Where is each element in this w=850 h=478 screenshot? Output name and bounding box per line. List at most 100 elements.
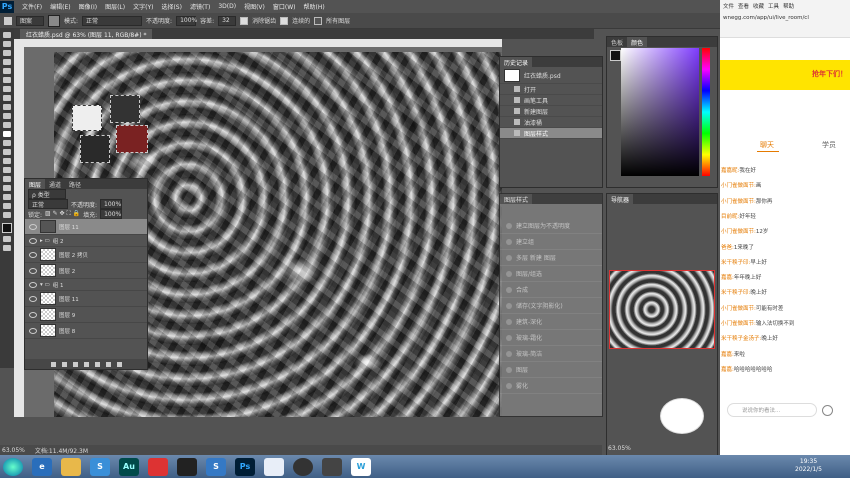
action-item[interactable]: 玻璃-简洁 (500, 346, 602, 362)
qq-icon[interactable] (177, 457, 197, 476)
action-item[interactable]: 多层 新建 图层 (500, 250, 602, 266)
menu-view[interactable]: 视图(V) (240, 2, 269, 11)
tab-history[interactable]: 历史记录 (500, 57, 533, 67)
quick-mask-icon[interactable] (3, 236, 11, 242)
color-picker-field[interactable] (621, 48, 699, 176)
link-layers-icon[interactable] (50, 361, 56, 367)
tab-students[interactable]: 学员 (822, 140, 836, 150)
layer-row[interactable]: 图层 2 (25, 263, 147, 279)
layer-row[interactable]: 图层 11 (25, 219, 147, 235)
eye-icon[interactable] (29, 327, 37, 334)
lasso-tool-icon[interactable] (3, 50, 11, 56)
dodge-tool-icon[interactable] (3, 149, 11, 155)
navigator-preview[interactable] (609, 270, 715, 349)
sogou-icon[interactable]: S (90, 457, 110, 476)
eyedropper-tool-icon[interactable] (3, 77, 11, 83)
new-group-icon[interactable] (94, 361, 100, 367)
screen-mode-icon[interactable] (3, 245, 11, 251)
eye-icon[interactable] (29, 223, 37, 230)
action-item[interactable]: 储存(文字阴影化) (500, 298, 602, 314)
adjustment-layer-icon[interactable] (83, 361, 89, 367)
menu-type[interactable]: 文字(Y) (129, 2, 157, 11)
menu-edit[interactable]: 编辑(E) (46, 2, 74, 11)
chat-username[interactable]: 目前昵: (721, 214, 739, 220)
chat-username[interactable]: 嘉嘉昵: (721, 168, 739, 174)
menu-filter[interactable]: 滤镜(T) (186, 2, 214, 11)
chat-username[interactable]: 米干秧子印: (721, 290, 750, 296)
history-brush-tool-icon[interactable] (3, 113, 11, 119)
hue-slider[interactable] (702, 48, 710, 176)
tab-actions[interactable]: 图层样式 (500, 194, 533, 204)
tab-navigator[interactable]: 导航器 (607, 194, 634, 204)
move-tool-icon[interactable] (3, 32, 11, 38)
tab-layers[interactable]: 图层 (25, 179, 46, 189)
layer-group-row[interactable]: ▾ ▭ 组 1 (25, 279, 147, 291)
new-layer-icon[interactable] (105, 361, 111, 367)
healing-tool-icon[interactable] (3, 86, 11, 92)
layer-row[interactable]: 图层 2 拷贝 (25, 247, 147, 263)
eye-icon[interactable] (29, 237, 37, 244)
antialias-checkbox[interactable] (240, 16, 249, 25)
foreground-swatch-small[interactable] (610, 50, 621, 61)
action-item[interactable]: 图层/组选 (500, 266, 602, 282)
text-tool-icon[interactable] (3, 167, 11, 173)
obs-icon[interactable] (293, 457, 313, 476)
layer-row[interactable]: 图层 11 (25, 291, 147, 307)
path-select-tool-icon[interactable] (3, 176, 11, 182)
menu-layer[interactable]: 图层(L) (101, 2, 129, 11)
tolerance-input[interactable]: 32 (218, 15, 237, 26)
chat-username[interactable]: 爸爸: (721, 245, 734, 251)
blur-tool-icon[interactable] (3, 140, 11, 146)
layer-row[interactable]: 图层 9 (25, 307, 147, 323)
layer-kind-select[interactable]: ρ 类型 (28, 189, 66, 199)
browser-menu-file[interactable]: 文件 (723, 2, 734, 10)
layer-mask-icon[interactable] (72, 361, 78, 367)
pattern-thumb-red[interactable] (116, 125, 148, 153)
pattern-thumb-paper[interactable] (72, 105, 102, 131)
eye-icon[interactable] (29, 295, 37, 302)
pen-tool-icon[interactable] (3, 158, 11, 164)
tab-color[interactable]: 颜色 (627, 37, 648, 47)
browser-menu-tools[interactable]: 工具 (768, 2, 779, 10)
navigator-zoom[interactable]: 63.05% (608, 445, 631, 452)
eye-icon[interactable] (29, 251, 37, 258)
fill-source-select[interactable]: 图案 (16, 15, 44, 26)
history-item[interactable]: 油漆桶 (500, 117, 602, 128)
paint-bucket-tool-icon[interactable] (3, 131, 11, 137)
eraser-tool-icon[interactable] (3, 122, 11, 128)
ie-icon[interactable]: e (32, 457, 52, 476)
all-layers-checkbox[interactable] (314, 16, 323, 25)
history-item[interactable]: 图层样式 (500, 128, 602, 139)
layer-opacity-input[interactable]: 100% (100, 199, 123, 209)
chat-username[interactable]: 米干秧子金汤子: (721, 336, 761, 342)
app-w-icon[interactable]: W (351, 457, 371, 476)
action-item[interactable]: 建立图层为不透明度 (500, 218, 602, 234)
stamp-tool-icon[interactable] (3, 104, 11, 110)
layer-group-row[interactable]: ▸ ▭ 组 2 (25, 235, 147, 247)
document-tab[interactable]: 红衣蜡质.psd @ 63% (图层 11, RGB/8#) * (20, 29, 153, 39)
photoshop-taskbar-icon[interactable]: Ps (235, 457, 255, 476)
chat-username[interactable]: 米干秧子印: (721, 260, 750, 266)
eye-icon[interactable] (29, 281, 37, 288)
layer-row[interactable]: 图层 8 (25, 323, 147, 339)
chat-input[interactable]: 说说你的看法... (727, 403, 817, 417)
history-snapshot[interactable]: 红衣蜡质.psd (500, 67, 602, 84)
blend-mode-select[interactable]: 正常 (28, 199, 68, 209)
chat-username[interactable]: 小门雀做面节: (721, 321, 756, 327)
paint-bucket-icon[interactable] (4, 16, 12, 25)
foreground-color-swatch[interactable] (2, 223, 12, 233)
pattern-thumb-moon[interactable] (80, 135, 110, 163)
sublime-icon[interactable]: S (206, 457, 226, 476)
extra-tools-icon[interactable] (3, 212, 11, 218)
action-item[interactable]: 建筑-深化 (500, 314, 602, 330)
eye-icon[interactable] (29, 267, 37, 274)
action-item[interactable]: 图层 (500, 362, 602, 378)
eye-icon[interactable] (29, 311, 37, 318)
contiguous-checkbox[interactable] (280, 16, 289, 25)
opacity-input[interactable]: 100% (176, 15, 197, 26)
promo-banner[interactable]: 抢年下们！ (720, 60, 850, 90)
menu-file[interactable]: 文件(F) (18, 2, 46, 11)
marquee-tool-icon[interactable] (3, 41, 11, 47)
lock-icons[interactable]: ▨ ✎ ✥ ⛶ 🔒 (45, 210, 80, 218)
zoom-tool-icon[interactable] (3, 203, 11, 209)
